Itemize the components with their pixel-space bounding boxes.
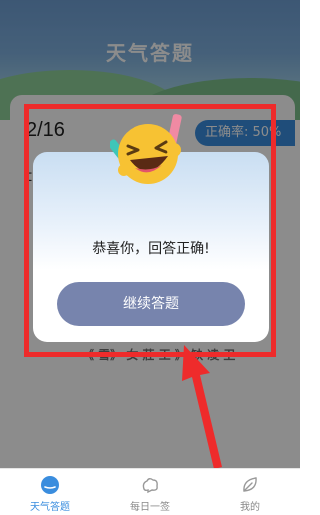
weather-quiz-icon — [41, 476, 59, 494]
highlight-annotation — [24, 104, 276, 357]
leaf-icon — [243, 477, 257, 492]
arrow-icon — [182, 345, 222, 469]
daily-sign-icon — [142, 478, 158, 494]
nav-item-weather-quiz[interactable]: 天气答题 — [0, 469, 100, 515]
nav-item-daily-sign[interactable]: 每日一签 — [100, 469, 200, 515]
bottom-nav: 天气答题 每日一签 我的 — [0, 468, 300, 515]
nav-label: 每日一签 — [130, 502, 170, 513]
nav-label: 天气答题 — [30, 502, 70, 513]
nav-label: 我的 — [240, 502, 260, 513]
nav-item-mine[interactable]: 我的 — [200, 469, 300, 515]
